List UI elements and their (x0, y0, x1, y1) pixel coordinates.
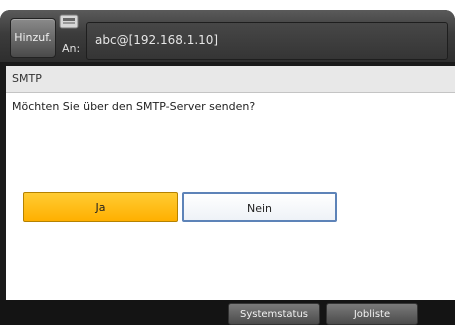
printer-device-icon (59, 14, 79, 29)
dialog-message: Möchten Sie über den SMTP-Server senden? (12, 100, 256, 113)
destination-bar: Hinzuf. An: abc@[192.168.1.10] (0, 10, 455, 62)
dialog-title-bar: SMTP (6, 66, 455, 93)
yes-button[interactable]: Ja (23, 192, 178, 222)
status-bar: Systemstatus Jobliste (0, 300, 455, 325)
destination-address: abc@[192.168.1.10] (95, 33, 219, 47)
system-status-button[interactable]: Systemstatus (228, 303, 320, 325)
no-button[interactable]: Nein (182, 192, 337, 222)
smtp-dialog: SMTP Möchten Sie über den SMTP-Server se… (6, 66, 455, 300)
job-list-button[interactable]: Jobliste (326, 303, 418, 325)
add-destination-button[interactable]: Hinzuf. (10, 18, 56, 58)
device-panel: Hinzuf. An: abc@[192.168.1.10] SMTP Möch… (0, 10, 455, 325)
to-label: An: (62, 42, 81, 55)
destination-address-field[interactable]: abc@[192.168.1.10] (86, 22, 448, 60)
dialog-title: SMTP (12, 72, 42, 85)
